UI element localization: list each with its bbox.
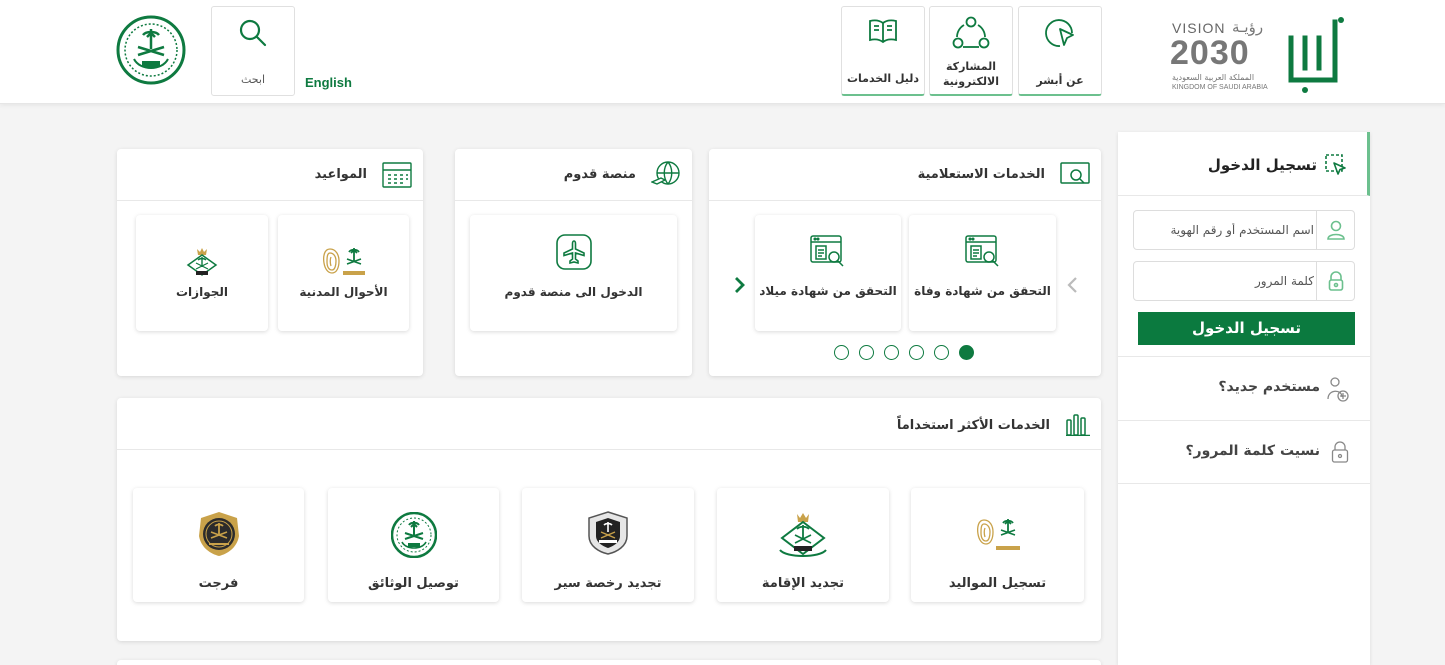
- login-cursor-icon: [1325, 154, 1347, 176]
- nav-e-participation-line1: المشاركة: [946, 60, 996, 73]
- service-tile-label: توصيل الوثائق: [368, 576, 459, 591]
- username-field: [1133, 210, 1355, 250]
- absher-logo[interactable]: [1283, 10, 1349, 96]
- password-input[interactable]: [1139, 262, 1314, 300]
- carousel-prev-arrow[interactable]: [1066, 275, 1080, 295]
- login-title: تسجيل الدخول: [1207, 156, 1317, 174]
- login-submit-button[interactable]: تسجيل الدخول: [1138, 312, 1355, 345]
- service-tile-birth-registration[interactable]: تسجيل المواليد: [911, 488, 1084, 602]
- service-tile-farajat[interactable]: فرجت: [133, 488, 304, 602]
- appointment-tile-civil-affairs[interactable]: الأحوال المدنية: [278, 215, 409, 331]
- lock-icon: [1316, 262, 1354, 300]
- certificate-search-icon: [755, 235, 901, 269]
- carousel-dot-3[interactable]: [909, 345, 924, 360]
- username-input[interactable]: [1139, 211, 1314, 249]
- airplane-icon: [470, 234, 677, 270]
- passports-logo: [717, 510, 889, 560]
- calendar-icon: [382, 162, 412, 188]
- book-icon: [842, 15, 924, 47]
- screen-search-icon: [1060, 162, 1090, 188]
- service-tile-arrival-login[interactable]: الدخول الى منصة قدوم: [470, 215, 677, 331]
- nav-services-guide[interactable]: دليل الخدمات: [841, 6, 925, 96]
- most-used-services-title: الخدمات الأكثر استخداماً: [896, 418, 1050, 433]
- search-label: ابحث: [240, 73, 266, 86]
- add-user-icon: [1326, 375, 1350, 403]
- nav-about-label: عن أبشر: [1036, 74, 1084, 87]
- arrival-platform-header: منصة قدوم: [455, 149, 692, 201]
- civil-affairs-logo: [911, 516, 1084, 554]
- forgot-password-link[interactable]: نسيت كلمة المرور؟: [1118, 420, 1370, 484]
- passports-logo: [136, 245, 268, 279]
- nav-services-guide-label: دليل الخدمات: [846, 72, 920, 85]
- farajat-logo: [133, 510, 304, 558]
- bar-chart-icon: [1066, 412, 1090, 436]
- appointments-card: المواعيد الأحوال المدنية الجوازات: [117, 149, 423, 376]
- service-tile-label: التحقق من شهادة ميلاد: [759, 284, 897, 298]
- service-tile-label: تجديد رخصة سير: [554, 576, 662, 591]
- service-tile-birth-certificate[interactable]: التحقق من شهادة ميلاد: [755, 215, 901, 331]
- inquiry-services-header: الخدمات الاستعلامية: [709, 149, 1101, 201]
- network-share-icon: [930, 15, 1012, 51]
- service-tile-iqama-renewal[interactable]: تجديد الإقامة: [717, 488, 889, 602]
- cursor-click-icon: [1019, 15, 1101, 51]
- arrival-platform-card: منصة قدوم الدخول الى منصة قدوم: [455, 149, 692, 376]
- carousel-next-arrow[interactable]: [732, 275, 746, 295]
- forgot-password-label: نسيت كلمة المرور؟: [1185, 443, 1320, 459]
- service-tile-label: الجوازات: [176, 285, 228, 299]
- new-user-link[interactable]: مستخدم جديد؟: [1118, 356, 1370, 420]
- service-tile-death-certificate[interactable]: التحقق من شهادة وفاة: [909, 215, 1056, 331]
- service-tile-document-delivery[interactable]: توصيل الوثائق: [328, 488, 499, 602]
- ministry-emblem-logo: [328, 512, 499, 558]
- interior-ministry-emblem[interactable]: [116, 15, 186, 85]
- service-tile-vehicle-license-renewal[interactable]: تجديد رخصة سير: [522, 488, 694, 602]
- inquiry-services-title: الخدمات الاستعلامية: [917, 167, 1045, 182]
- service-tile-label: الأحوال المدنية: [299, 285, 388, 299]
- civil-affairs-logo: [278, 245, 409, 279]
- login-panel: تسجيل الدخول تسجيل الدخول: [1118, 132, 1370, 665]
- carousel-dot-1[interactable]: [959, 345, 974, 360]
- most-used-services-header: الخدمات الأكثر استخداماً: [117, 398, 1101, 450]
- certificate-search-icon: [909, 235, 1056, 269]
- nav-e-participation-line2: الالكترونية: [943, 75, 999, 88]
- site-header: VISION رؤيـة 2030 المملكة العربية السعود…: [0, 0, 1445, 104]
- next-section-card: [117, 660, 1101, 665]
- password-field: [1133, 261, 1355, 301]
- search-icon: [212, 17, 294, 49]
- carousel-dot-5[interactable]: [859, 345, 874, 360]
- vision-kingdom-ar: المملكة العربية السعودية: [1172, 73, 1255, 82]
- vision-2030-logo: VISION رؤيـة 2030 المملكة العربية السعود…: [1168, 18, 1280, 96]
- globe-plane-icon: [651, 160, 681, 188]
- nav-about-absher[interactable]: عن أبشر: [1018, 6, 1102, 96]
- service-tile-label: فرجت: [198, 576, 239, 591]
- new-user-label: مستخدم جديد؟: [1218, 379, 1320, 395]
- carousel-dot-4[interactable]: [884, 345, 899, 360]
- inquiry-services-card: الخدمات الاستعلامية التحقق من شهادة وفاة: [709, 149, 1101, 376]
- service-tile-label: تسجيل المواليد: [948, 576, 1047, 591]
- arrival-platform-title: منصة قدوم: [563, 167, 636, 182]
- search-button[interactable]: ابحث: [211, 6, 295, 96]
- service-tile-label: الدخول الى منصة قدوم: [504, 285, 643, 299]
- most-used-services-card: الخدمات الأكثر استخداماً تسجيل المواليد: [117, 398, 1101, 641]
- vision-year: 2030: [1170, 34, 1250, 72]
- service-tile-label: تجديد الإقامة: [761, 576, 845, 591]
- appointments-title: المواعيد: [314, 167, 367, 182]
- nav-e-participation[interactable]: المشاركة الالكترونية: [929, 6, 1013, 96]
- carousel-dot-2[interactable]: [934, 345, 949, 360]
- carousel-dot-6[interactable]: [834, 345, 849, 360]
- vision-kingdom-en: KINGDOM OF SAUDI ARABIA: [1172, 84, 1268, 91]
- lock-question-icon: [1330, 439, 1350, 465]
- appointments-header: المواعيد: [117, 149, 423, 201]
- english-language-link[interactable]: English: [305, 75, 352, 90]
- login-header: تسجيل الدخول: [1118, 132, 1370, 196]
- appointment-tile-passports[interactable]: الجوازات: [136, 215, 268, 331]
- service-tile-label: التحقق من شهادة وفاة: [914, 284, 1051, 298]
- nav-e-participation-label: المشاركة الالكترونية: [930, 59, 1012, 89]
- user-icon: [1316, 211, 1354, 249]
- traffic-logo: [522, 510, 694, 556]
